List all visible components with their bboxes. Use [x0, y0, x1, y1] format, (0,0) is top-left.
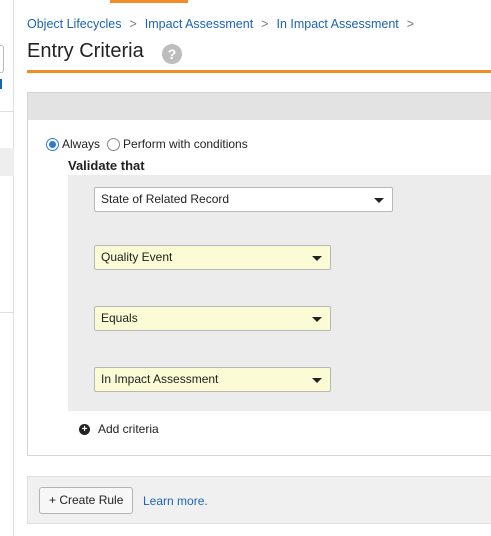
help-icon[interactable]: ? [162, 44, 182, 64]
chevron-down-icon [374, 198, 384, 203]
always-radio[interactable] [46, 137, 59, 151]
side-panel-link-marker[interactable] [0, 79, 2, 89]
object-select-value: Quality Event [101, 250, 173, 264]
breadcrumb-impact-assessment[interactable]: Impact Assessment [145, 17, 253, 31]
chevron-down-icon [312, 378, 322, 383]
operator-select[interactable]: Equals [94, 306, 331, 331]
validate-that-label: Validate that [68, 158, 145, 173]
conditions-radio[interactable] [107, 137, 121, 151]
criteria-panel: State of Related Record Quality Event Eq… [68, 175, 491, 411]
conditions-radio-label[interactable]: Perform with conditions [123, 137, 248, 151]
active-tab-indicator [110, 0, 188, 3]
page-title: Entry Criteria [27, 40, 144, 62]
criteria-mode-options: Always Perform with conditions [46, 137, 255, 151]
entry-criteria-section: Always Perform with conditions Validate … [27, 92, 491, 456]
title-underline [27, 70, 491, 73]
chevron-down-icon [312, 256, 322, 261]
object-select[interactable]: Quality Event [94, 245, 331, 270]
subject-select[interactable]: State of Related Record [94, 187, 393, 212]
add-circle-icon: + [79, 423, 90, 435]
breadcrumb-in-impact-assessment[interactable]: In Impact Assessment [276, 17, 398, 31]
side-panel-selected-row[interactable] [0, 148, 14, 176]
section-header-bar [28, 93, 491, 120]
side-panel-divider [0, 312, 14, 313]
add-criteria-label: Add criteria [98, 422, 159, 436]
value-select-value: In Impact Assessment [101, 372, 219, 386]
side-panel [0, 0, 14, 536]
breadcrumb-separator: > [129, 17, 137, 31]
breadcrumb-object-lifecycles[interactable]: Object Lifecycles [27, 17, 121, 31]
side-panel-input[interactable] [0, 45, 4, 73]
operator-select-value: Equals [101, 311, 138, 325]
breadcrumb: Object Lifecycles > Impact Assessment > In I… [27, 17, 422, 31]
side-panel-divider [0, 111, 14, 112]
add-criteria-button[interactable]: + Add criteria [79, 422, 159, 436]
breadcrumb-separator: > [406, 17, 415, 31]
value-select[interactable]: In Impact Assessment [94, 367, 331, 392]
subject-select-value: State of Related Record [101, 192, 230, 206]
chevron-down-icon [312, 317, 322, 322]
breadcrumb-separator: > [261, 17, 269, 31]
rules-footer: + Create Rule Learn more. [27, 476, 491, 524]
always-radio-label[interactable]: Always [62, 137, 100, 151]
create-rule-button[interactable]: + Create Rule [39, 487, 134, 514]
learn-more-link[interactable]: Learn more. [143, 494, 208, 508]
